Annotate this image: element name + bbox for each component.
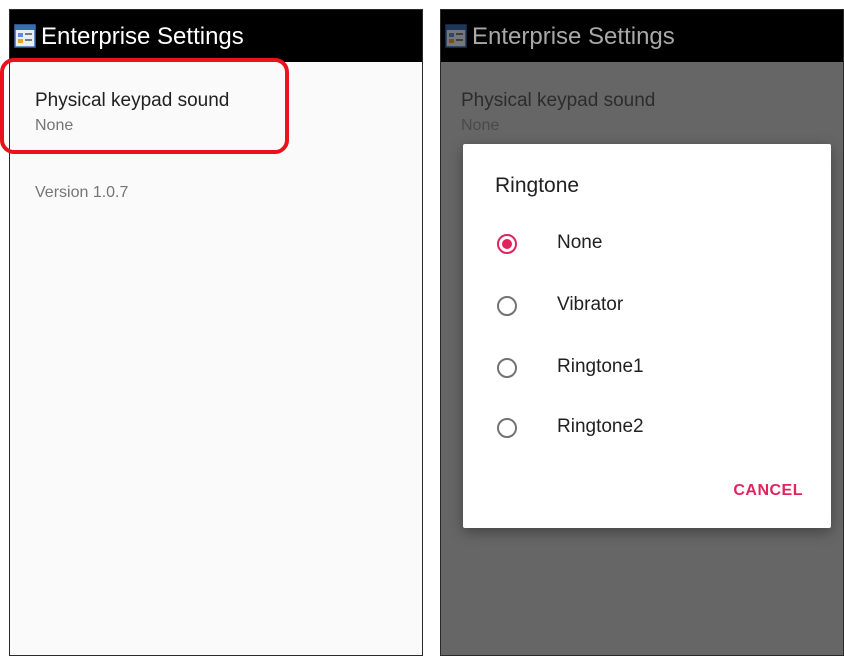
option-label: Vibrator [557, 294, 624, 315]
app-title: Enterprise Settings [41, 23, 244, 50]
option-ringtone2[interactable]: Ringtone2 [463, 402, 831, 458]
option-label: Ringtone2 [557, 416, 644, 437]
ringtone-dialog: Ringtone None Vibrator Ringtone1 Rington… [463, 144, 831, 528]
radio-unchecked-icon[interactable] [497, 418, 517, 438]
app-bar: Enterprise Settings [441, 10, 843, 62]
dialog-title: Ringtone [495, 174, 580, 197]
option-label: None [557, 232, 603, 253]
highlight-box [0, 58, 289, 154]
radio-unchecked-icon[interactable] [497, 358, 517, 378]
settings-app-icon [445, 24, 467, 48]
option-vibrator[interactable]: Vibrator [463, 280, 831, 336]
option-ringtone1[interactable]: Ringtone1 [463, 342, 831, 398]
radio-unchecked-icon[interactable] [497, 296, 517, 316]
cancel-button[interactable]: CANCEL [733, 482, 803, 500]
preference-title: Physical keypad sound [461, 90, 656, 111]
app-bar: Enterprise Settings [10, 10, 422, 62]
option-none[interactable]: None [463, 218, 831, 274]
settings-app-icon [14, 24, 36, 48]
right-phone-screen: Enterprise Settings Physical keypad soun… [440, 9, 844, 656]
option-label: Ringtone1 [557, 356, 644, 377]
preference-summary: None [461, 117, 500, 134]
radio-checked-icon[interactable] [497, 234, 517, 254]
version-label: Version 1.0.7 [35, 184, 129, 201]
app-title: Enterprise Settings [472, 23, 675, 50]
